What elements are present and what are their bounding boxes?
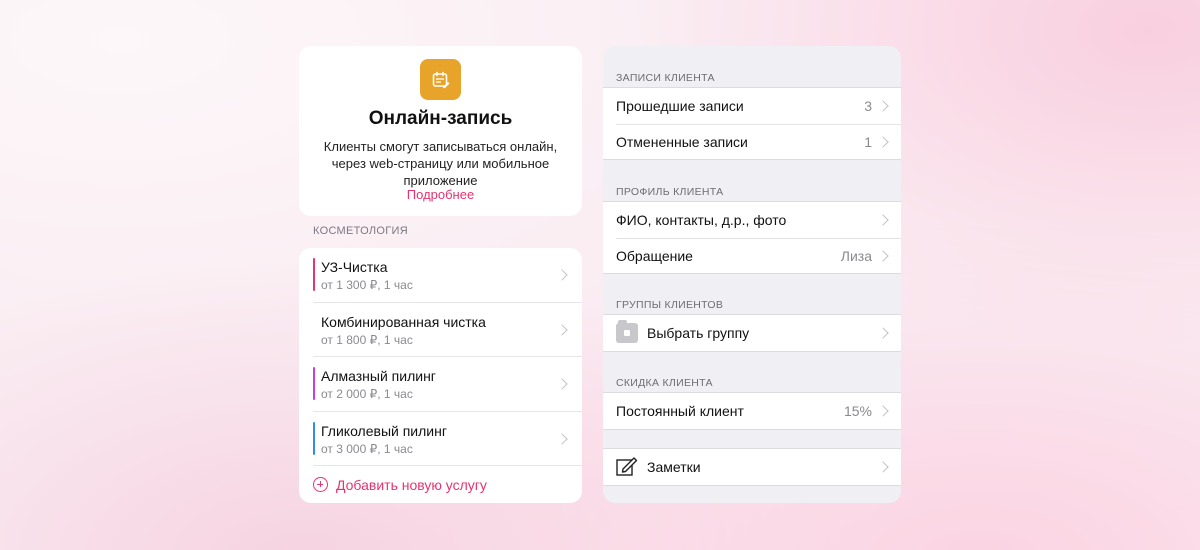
service-color-bar [313,421,315,455]
select-group-row[interactable]: Выбрать группу [603,315,901,351]
service-price: от 1 800 ₽, 1 час [321,332,413,347]
row-label: Заметки [647,459,701,475]
row-label: Отмененные записи [616,133,748,150]
client-groups-label: ГРУППЫ КЛИЕНТОВ [616,299,724,311]
page-background [0,0,1200,550]
service-item[interactable]: Алмазный пилинг от 2 000 ₽, 1 час [313,357,582,412]
client-records-label: ЗАПИСИ КЛИЕНТА [616,72,715,84]
client-discount-label: СКИДКА КЛИЕНТА [616,377,713,389]
client-profile-label: ПРОФИЛЬ КЛИЕНТА [616,186,724,198]
online-booking-card: Онлайн-запись Клиенты смогут записыватьс… [299,46,582,216]
cancelled-records-row[interactable]: Отмененные записи 1 [603,123,901,160]
service-price: от 3 000 ₽, 1 час [321,441,413,456]
notes-row[interactable]: Заметки [603,449,901,485]
address-form-row[interactable]: Обращение Лиза [603,237,901,274]
plus-circle-icon [313,477,328,492]
past-records-row[interactable]: Прошедшие записи 3 [603,88,901,124]
service-name: Алмазный пилинг [321,368,436,384]
chevron-right-icon [877,100,889,112]
row-label: Прошедшие записи [616,98,744,114]
online-booking-description: Клиенты смогут записываться онлайн, чере… [323,139,558,188]
service-name: Гликолевый пилинг [321,422,447,439]
service-name: УЗ-Чистка [321,259,388,275]
service-color-bar [313,367,315,400]
chevron-right-icon [877,461,889,473]
client-profile-group: ФИО, контакты, д.р., фото Обращение Лиза [603,201,901,274]
calendar-edit-icon [420,59,461,100]
online-booking-title: Онлайн-запись [368,108,513,129]
row-value: 15% [843,403,872,419]
chevron-right-icon [556,323,568,336]
row-label: ФИО, контакты, д.р., фото [616,212,787,228]
service-item[interactable]: УЗ-Чистка от 1 300 ₽, 1 час [313,248,582,303]
chevron-right-icon [877,405,889,417]
chevron-right-icon [877,327,889,339]
notes-icon [616,457,638,482]
row-label: Постоянный клиент [616,403,744,419]
folder-icon [616,320,638,343]
notes-group: Заметки [603,448,901,486]
service-item[interactable]: Комбинированная чистка от 1 800 ₽, 1 час [313,303,582,357]
client-discount-group: Постоянный клиент 15% [603,392,901,430]
learn-more-link[interactable]: Подробнее [299,187,582,202]
service-name: Комбинированная чистка [321,313,486,330]
chevron-right-icon [556,269,568,281]
client-records-group: Прошедшие записи 3 Отмененные записи 1 [603,87,901,160]
services-list: УЗ-Чистка от 1 300 ₽, 1 час Комбинирован… [299,248,582,503]
row-value: 1 [864,133,872,150]
row-label: Выбрать группу [647,325,750,341]
service-color-bar [313,258,315,291]
chevron-right-icon [877,249,889,262]
row-value: Лиза [840,247,872,264]
service-item[interactable]: Гликолевый пилинг от 3 000 ₽, 1 час [313,412,582,466]
services-section-label: КОСМЕТОЛОГИЯ [313,225,408,237]
client-settings-panel: ЗАПИСИ КЛИЕНТА Прошедшие записи 3 Отмене… [603,46,901,503]
add-service-label: Добавить новую услугу [336,476,487,493]
row-label: Обращение [616,247,693,264]
regular-client-row[interactable]: Постоянный клиент 15% [603,393,901,429]
contacts-row[interactable]: ФИО, контакты, д.р., фото [603,202,901,238]
chevron-right-icon [556,378,568,390]
chevron-right-icon [877,214,889,226]
service-price: от 1 300 ₽, 1 час [321,278,413,292]
service-price: от 2 000 ₽, 1 час [321,387,413,401]
chevron-right-icon [877,135,889,148]
chevron-right-icon [556,432,568,445]
add-service-button[interactable]: Добавить новую услугу [313,466,582,503]
row-value: 3 [864,98,872,114]
client-groups-group: Выбрать группу [603,314,901,352]
